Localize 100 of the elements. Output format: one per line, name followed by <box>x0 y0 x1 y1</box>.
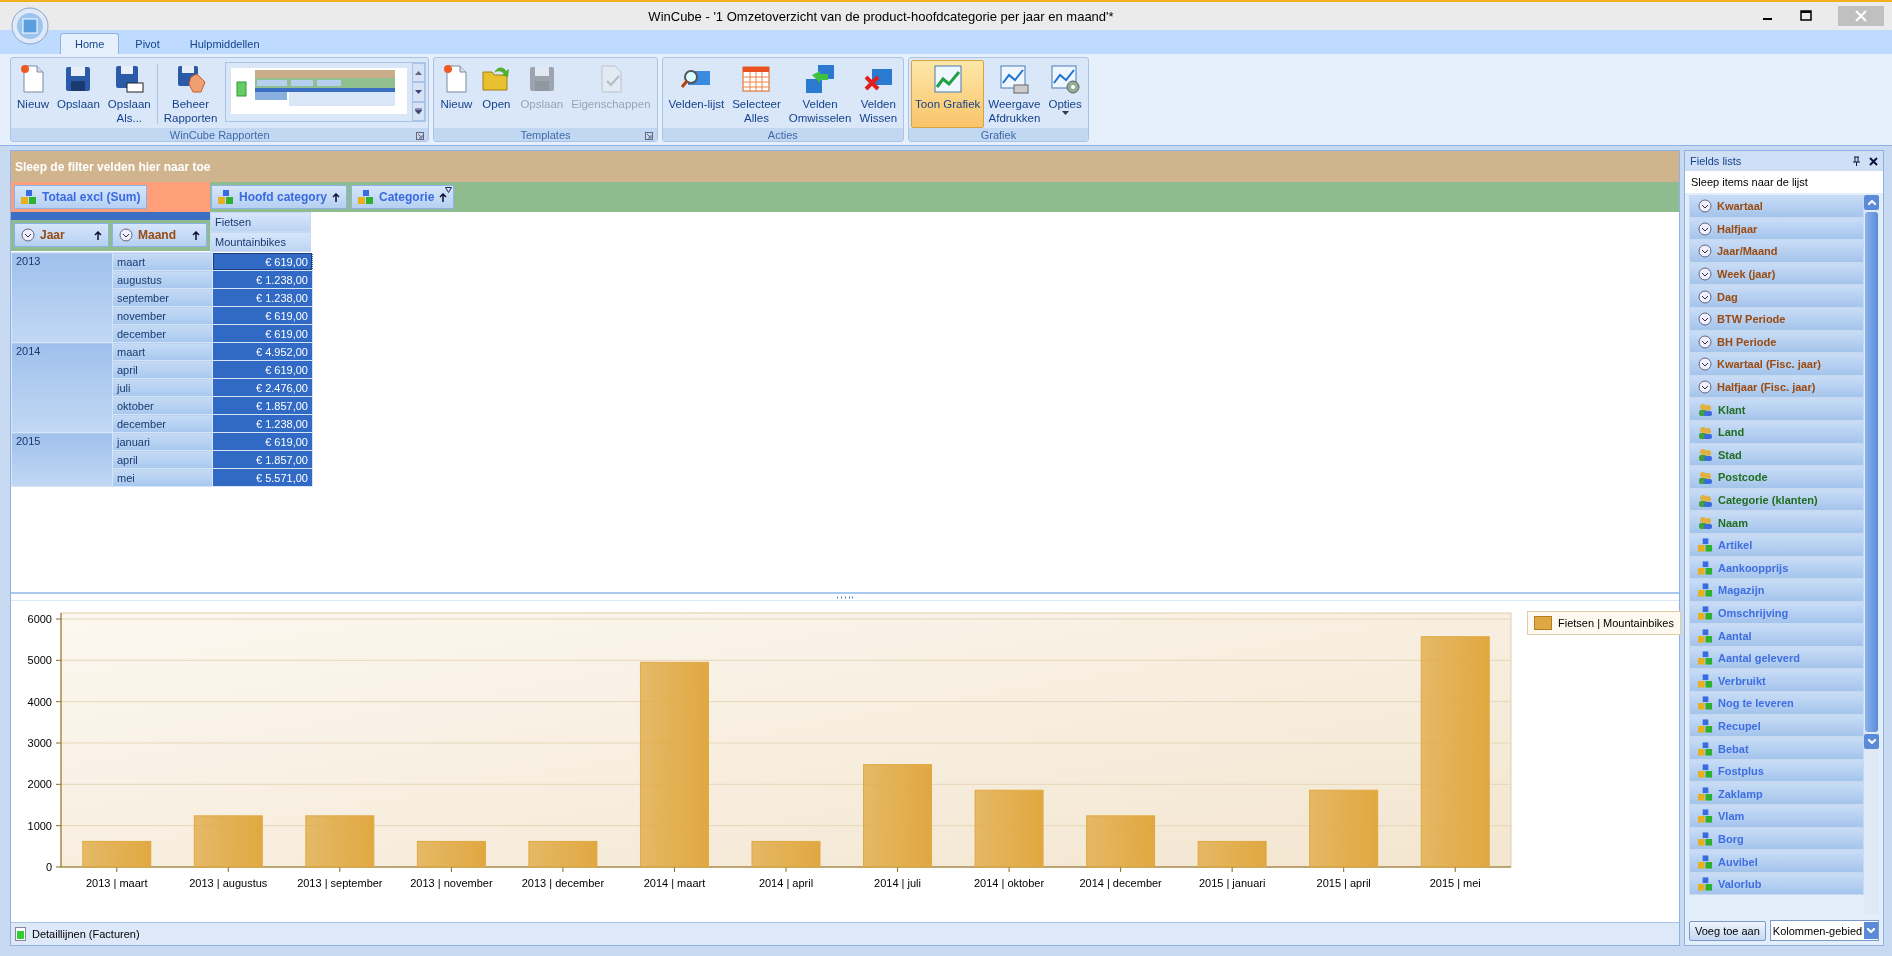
report-preview-drawing[interactable] <box>231 68 408 114</box>
field-item[interactable]: Postcode <box>1689 466 1864 489</box>
ribbon-button[interactable]: Opslaan Als... <box>103 60 155 128</box>
ribbon-button[interactable]: Selecteer Alles <box>728 60 785 128</box>
field-item[interactable]: Borg <box>1689 827 1864 851</box>
clock-icon <box>1698 221 1712 236</box>
cubes-icon <box>1698 673 1713 688</box>
cubes-icon <box>1698 606 1713 620</box>
field-item[interactable]: Magazijn <box>1689 579 1864 602</box>
field-item[interactable]: Halfjaar (Fisc. jaar) <box>1689 375 1864 399</box>
sort-arrow-icon <box>332 192 340 202</box>
gallery-down-button[interactable] <box>412 82 426 102</box>
field-item[interactable]: Week (jaar) <box>1689 262 1864 286</box>
cubes-icon <box>1698 560 1713 575</box>
field-item[interactable]: Dag <box>1689 285 1864 308</box>
field-item[interactable]: Naam <box>1689 511 1864 534</box>
field-item[interactable]: Aankoopprijs <box>1689 556 1864 580</box>
maximize-icon[interactable] <box>1800 10 1812 22</box>
field-item[interactable]: Omschrijving <box>1689 601 1864 625</box>
ribbon-tab[interactable]: Pivot <box>121 34 174 54</box>
close-icon[interactable] <box>1869 156 1878 166</box>
ribbon-button[interactable]: Toon Grafiek <box>911 60 985 128</box>
ribbon-button[interactable]: Opslaan <box>53 60 104 128</box>
field-item[interactable]: BTW Periode <box>1689 307 1864 331</box>
column-field-button[interactable]: Categorie <box>351 185 455 209</box>
cubes-icon <box>1698 809 1713 824</box>
table-cell[interactable]: € 619,00 <box>212 252 313 271</box>
field-item[interactable]: Vlam <box>1689 805 1864 828</box>
ribbon-button[interactable]: Velden Wissen <box>855 60 902 128</box>
category-label: 2013 | september <box>297 877 383 889</box>
cubes-icon <box>1698 764 1713 779</box>
category-label: 2013 | december <box>521 877 605 889</box>
field-item[interactable]: Klant <box>1689 398 1864 421</box>
group-title: Grafiek <box>980 128 1017 141</box>
field-item[interactable]: Zaklamp <box>1689 782 1864 806</box>
ribbon-button[interactable]: Open <box>476 60 517 128</box>
window-title: WinCube - '1 Omzetoverzicht van de product-hoofdcategorie per jaar en maand'* <box>647 8 1115 24</box>
data-field-button[interactable]: Totaal excl (Sum) <box>14 185 148 209</box>
gallery-up-button[interactable] <box>412 63 426 83</box>
field-item[interactable]: Categorie (klanten) <box>1689 488 1864 512</box>
column-header: Fietsen <box>210 212 311 232</box>
field-item[interactable]: Halfjaar <box>1689 217 1864 241</box>
chart-gear-icon <box>1049 63 1082 95</box>
field-item[interactable]: Fostplus <box>1689 759 1864 783</box>
cubes-icon <box>1698 854 1713 869</box>
field-item[interactable]: Recupel <box>1689 714 1864 738</box>
dialog-launcher-icon[interactable] <box>644 132 653 140</box>
cubes-icon <box>1698 628 1713 643</box>
ribbon-button[interactable]: Weergave Afdrukken <box>984 60 1045 128</box>
ribbon-button[interactable]: Velden-lijst <box>664 60 729 128</box>
field-item[interactable]: Valorlub <box>1689 872 1864 896</box>
ribbon-tab[interactable]: Hulpmiddellen <box>175 34 274 54</box>
area-dropdown[interactable]: Kolommen-gebied <box>1769 920 1879 941</box>
swap-icon <box>804 63 837 95</box>
clock-icon <box>119 228 133 242</box>
add-button[interactable]: Voeg toe aan <box>1689 920 1766 941</box>
row-field-button[interactable]: Jaar <box>14 223 109 247</box>
cubes-icon <box>1698 786 1713 801</box>
field-item[interactable]: Verbruikt <box>1689 669 1864 693</box>
sort-arrow-icon <box>94 230 102 240</box>
column-field-button[interactable]: Hoofd category <box>211 185 347 209</box>
field-item[interactable]: Artikel <box>1689 533 1864 557</box>
close-icon <box>1855 10 1867 22</box>
people-icon <box>1698 493 1713 507</box>
ribbon-button[interactable]: Velden Omwisselen <box>784 60 856 128</box>
table-cell[interactable]: € 1.238,00 <box>212 270 313 289</box>
splitter-grip-icon[interactable] <box>836 595 854 599</box>
pin-icon[interactable] <box>1852 156 1861 166</box>
field-item[interactable]: Bebat <box>1689 737 1864 760</box>
field-item[interactable]: Land <box>1689 420 1864 444</box>
filter-icon[interactable] <box>445 187 453 193</box>
clock-icon <box>1698 289 1712 304</box>
field-item[interactable]: Stad <box>1689 443 1864 467</box>
ribbon-button[interactable]: Beheer Rapporten <box>159 60 222 128</box>
cubes-icon <box>1698 651 1713 666</box>
field-item[interactable]: Kwartaal (Fisc. jaar) <box>1689 353 1864 376</box>
tick-label: 6000 <box>27 613 52 625</box>
field-item[interactable]: Kwartaal <box>1689 195 1864 218</box>
scrollbar[interactable] <box>1864 195 1879 914</box>
grid-icon <box>740 63 773 95</box>
field-item[interactable]: Aantal geleverd <box>1689 646 1864 670</box>
field-item[interactable]: Nog te leveren <box>1689 692 1864 715</box>
ribbon-tab[interactable]: Home <box>60 33 120 54</box>
category-label: 2015 | januari <box>1198 877 1266 889</box>
group-title: Acties <box>767 128 798 141</box>
column-header: Mountainbikes <box>210 232 311 252</box>
row-field-button[interactable]: Maand <box>112 223 207 247</box>
row-header: 2015 <box>11 432 113 487</box>
field-item[interactable]: Auvibel <box>1689 850 1864 873</box>
ribbon-button[interactable]: Opties <box>1044 60 1086 128</box>
sort-arrow-icon <box>439 192 448 202</box>
cubes-icon <box>1698 877 1713 892</box>
dialog-launcher-icon[interactable] <box>416 132 425 140</box>
people-icon <box>1698 448 1713 462</box>
tick-label: 0 <box>45 861 52 873</box>
field-item[interactable]: BH Periode <box>1689 330 1864 354</box>
ribbon-button[interactable]: Nieuw <box>436 60 477 128</box>
ribbon-button[interactable]: Nieuw <box>13 60 53 128</box>
field-item[interactable]: Aantal <box>1689 624 1864 647</box>
field-item[interactable]: Jaar/Maand <box>1689 240 1864 263</box>
